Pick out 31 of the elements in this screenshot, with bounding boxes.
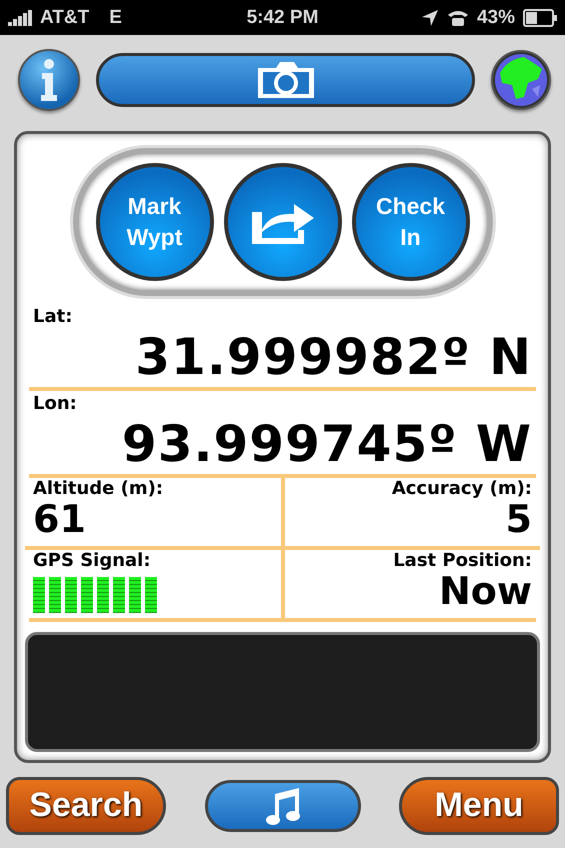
- phone-icon: [446, 8, 469, 26]
- network-type: E: [109, 6, 122, 28]
- battery-percent: 43%: [476, 6, 515, 28]
- lon-label: Lon:: [33, 393, 77, 414]
- search-button[interactable]: Search: [6, 776, 166, 834]
- accuracy-value: 5: [506, 499, 532, 539]
- info-button[interactable]: [18, 49, 80, 111]
- location-arrow-icon: [420, 8, 439, 26]
- battery-icon: [523, 8, 557, 26]
- music-button[interactable]: [204, 780, 360, 832]
- status-time: 5:42 PM: [246, 6, 318, 28]
- action-button[interactable]: Check In: [352, 163, 470, 281]
- info-icon: [39, 58, 59, 102]
- altitude-label: Altitude (m):: [33, 478, 164, 499]
- lon-value: 93.999745º W: [122, 414, 532, 474]
- gps-signal-label: GPS Signal:: [33, 550, 151, 571]
- menu-button[interactable]: Menu: [399, 776, 559, 834]
- signal-icon: [8, 10, 34, 26]
- lat-label: Lat:: [33, 306, 72, 327]
- action-button[interactable]: Mark Wypt: [96, 163, 214, 281]
- music-note-icon: [264, 786, 300, 826]
- last-position-label: Last Position:: [393, 550, 532, 571]
- globe-icon: [494, 53, 548, 107]
- altitude-value: 61: [33, 499, 86, 539]
- last-position-value: Now: [438, 571, 532, 611]
- globe-button[interactable]: [491, 50, 551, 110]
- camera-button[interactable]: [96, 53, 475, 107]
- camera-icon: [256, 60, 316, 100]
- lat-value: 31.999982º N: [135, 327, 532, 387]
- accuracy-label: Accuracy (m):: [392, 478, 532, 499]
- carrier-name: AT&T: [40, 6, 90, 28]
